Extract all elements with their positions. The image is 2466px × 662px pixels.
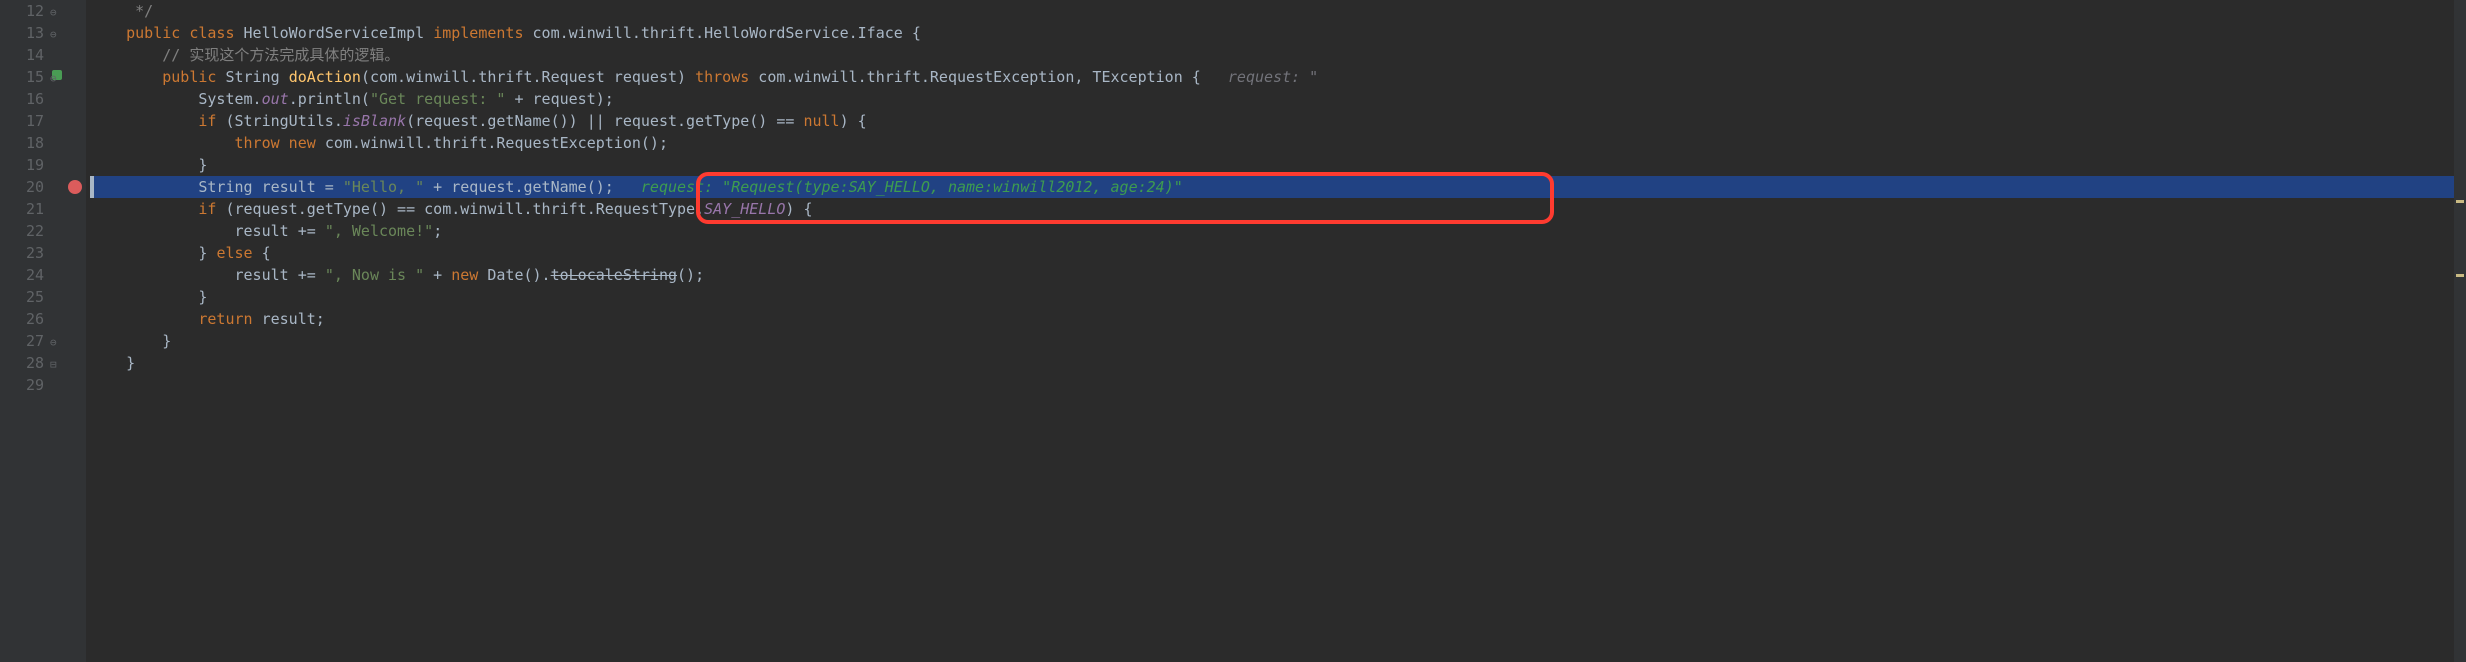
line-number-gutter[interactable]: 12 13 14 15 16 17 18 19 20 21 22 23 24 2… [0, 0, 66, 662]
line-number[interactable]: 18 [0, 132, 44, 154]
code-line[interactable]: public String doAction(com.winwill.thrif… [90, 66, 2466, 88]
code-line[interactable]: System.out.println("Get request: " + req… [90, 88, 2466, 110]
breakpoint-icon[interactable] [68, 180, 82, 194]
code-line[interactable]: } [90, 286, 2466, 308]
keyword: throw new [235, 134, 325, 152]
code-line[interactable]: } [90, 330, 2466, 352]
inlay-hint: request: " [1228, 68, 1318, 86]
line-number[interactable]: 26 [0, 308, 44, 330]
code-line[interactable]: result += ", Now is " + new Date().toLoc… [90, 264, 2466, 286]
keyword: new [451, 266, 478, 284]
code-line[interactable]: return result; [90, 308, 2466, 330]
line-number[interactable]: 13 [0, 22, 44, 44]
string-literal: "Get request: " [370, 90, 505, 108]
line-number[interactable]: 12 [0, 0, 44, 22]
code-editor[interactable]: 12 13 14 15 16 17 18 19 20 21 22 23 24 2… [0, 0, 2466, 662]
line-number[interactable]: 20 [0, 176, 44, 198]
static-method: isBlank [343, 112, 406, 130]
inlay-hint-debug: request: "Request(type:SAY_HELLO, name:w… [641, 178, 1183, 196]
code-line[interactable]: // 实现这个方法完成具体的逻辑。 [90, 44, 2466, 66]
code-line[interactable] [90, 374, 2466, 396]
line-number[interactable]: 25 [0, 286, 44, 308]
string-literal: ", Welcome!" [325, 222, 433, 240]
keyword: else [216, 244, 252, 262]
keyword: return [198, 310, 261, 328]
keyword: public [126, 24, 180, 42]
class-name: HelloWordServiceImpl [244, 24, 425, 42]
line-number[interactable]: 19 [0, 154, 44, 176]
keyword: if [198, 200, 225, 218]
stripe-warning-icon[interactable] [2456, 200, 2464, 203]
fold-toggle-icon[interactable]: ⊖ [50, 24, 57, 46]
line-number[interactable]: 16 [0, 88, 44, 110]
method-name: doAction [289, 68, 361, 86]
line-number[interactable]: 15 [0, 66, 44, 88]
code-line[interactable]: } else { [90, 242, 2466, 264]
error-stripe[interactable] [2454, 0, 2466, 662]
keyword: implements [433, 24, 523, 42]
stripe-warning-icon[interactable] [2456, 274, 2464, 277]
string-literal: "Hello, " [343, 178, 424, 196]
code-line[interactable]: } [90, 154, 2466, 176]
line-number[interactable]: 27 [0, 330, 44, 352]
code-line[interactable]: throw new com.winwill.thrift.RequestExce… [90, 132, 2466, 154]
line-number[interactable]: 17 [0, 110, 44, 132]
keyword: class [189, 24, 234, 42]
comment-text: */ [90, 2, 153, 20]
caret-indicator [90, 176, 94, 198]
gutter-marks-column: ⊖ ⊖ ⊖ ⊖ ⊟ [66, 0, 86, 662]
keyword: throws [695, 68, 749, 86]
line-number[interactable]: 22 [0, 220, 44, 242]
line-number[interactable]: 21 [0, 198, 44, 220]
keyword: null [803, 112, 839, 130]
code-line[interactable]: } [90, 352, 2466, 374]
code-line[interactable]: if (request.getType() == com.winwill.thr… [90, 198, 2466, 220]
fold-toggle-icon[interactable]: ⊖ [50, 68, 57, 90]
fold-end-icon[interactable]: ⊟ [50, 354, 57, 376]
comment-text: // 实现这个方法完成具体的逻辑。 [162, 46, 399, 64]
code-line[interactable]: result += ", Welcome!"; [90, 220, 2466, 242]
keyword: if [198, 112, 225, 130]
line-number[interactable]: 28 [0, 352, 44, 374]
string-literal: ", Now is " [325, 266, 424, 284]
line-number[interactable]: 23 [0, 242, 44, 264]
code-line[interactable]: if (StringUtils.isBlank(request.getName(… [90, 110, 2466, 132]
code-line[interactable]: */ [90, 0, 2466, 22]
line-number[interactable]: 29 [0, 374, 44, 396]
enum-constant: SAY_HELLO [704, 200, 785, 218]
code-line-current[interactable]: String result = "Hello, " + request.getN… [90, 176, 2466, 198]
keyword: public [162, 68, 216, 86]
deprecated-method: toLocaleString [551, 266, 677, 284]
line-number[interactable]: 24 [0, 264, 44, 286]
code-line[interactable]: public class HelloWordServiceImpl implem… [90, 22, 2466, 44]
field-ref: out [262, 90, 289, 108]
code-area[interactable]: */ public class HelloWordServiceImpl imp… [86, 0, 2466, 662]
fold-end-icon[interactable]: ⊖ [50, 332, 57, 354]
fold-toggle-icon[interactable]: ⊖ [50, 2, 57, 24]
line-number[interactable]: 14 [0, 44, 44, 66]
